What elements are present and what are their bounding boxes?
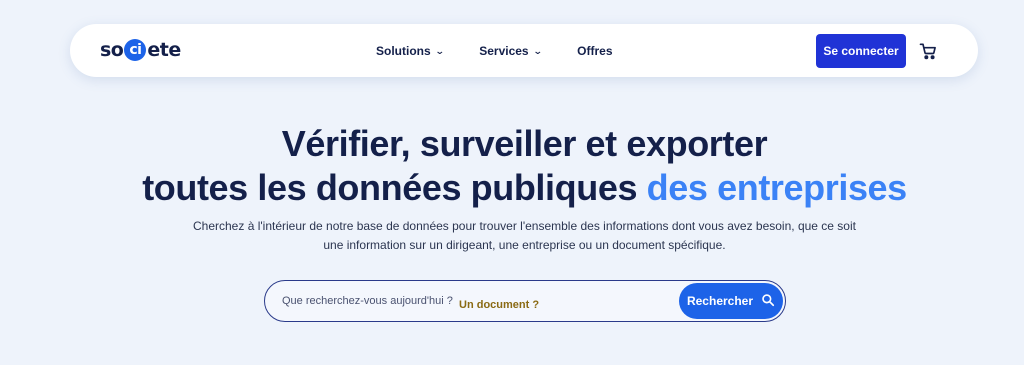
nav-services-label: Services <box>479 43 529 58</box>
hero-subtitle: Cherchez à l'intérieur de notre base de … <box>0 217 1024 255</box>
search-icon <box>761 293 775 310</box>
hero-title-line2: toutes les données publiques <box>142 167 647 208</box>
search-rotating-hint: Un document ? <box>459 299 540 311</box>
nav-services[interactable]: Services ⌄ <box>479 43 543 58</box>
hero-title: Vérifier, surveiller et exporter toutes … <box>0 122 1024 210</box>
cart-icon[interactable] <box>918 41 938 61</box>
chevron-down-icon: ⌄ <box>532 45 543 56</box>
hero-title-accent: des entreprises <box>646 167 908 208</box>
societe-logo[interactable]: so ci ete <box>100 37 181 63</box>
login-button[interactable]: Se connecter <box>816 34 906 68</box>
nav-solutions-label: Solutions <box>376 43 431 58</box>
main-nav: Solutions ⌄ Services ⌄ Offres <box>376 24 649 77</box>
search-button[interactable]: Rechercher <box>679 283 783 319</box>
hero-subtitle-line1: Cherchez à l'intérieur de notre base de … <box>193 219 856 233</box>
hero-title-line1: Vérifier, surveiller et exporter <box>281 123 768 164</box>
hero-subtitle-line2: une information sur un dirigeant, une en… <box>323 238 726 252</box>
search-button-label: Rechercher <box>686 294 754 308</box>
search-input[interactable]: Que recherchez-vous aujourd'hui ? Un doc… <box>264 280 786 322</box>
chevron-down-icon: ⌄ <box>434 45 445 56</box>
logo-text-start: so <box>100 39 124 61</box>
search-placeholder: Que recherchez-vous aujourd'hui ? <box>282 295 453 307</box>
top-navbar: so ci ete Solutions ⌄ Services ⌄ Offres Se… <box>70 24 978 77</box>
logo-text-end: ete <box>147 39 181 61</box>
logo-dot-icon: ci <box>124 39 147 61</box>
nav-solutions[interactable]: Solutions ⌄ <box>376 43 445 58</box>
nav-offres[interactable]: Offres <box>577 44 612 58</box>
nav-offres-label: Offres <box>577 43 613 58</box>
